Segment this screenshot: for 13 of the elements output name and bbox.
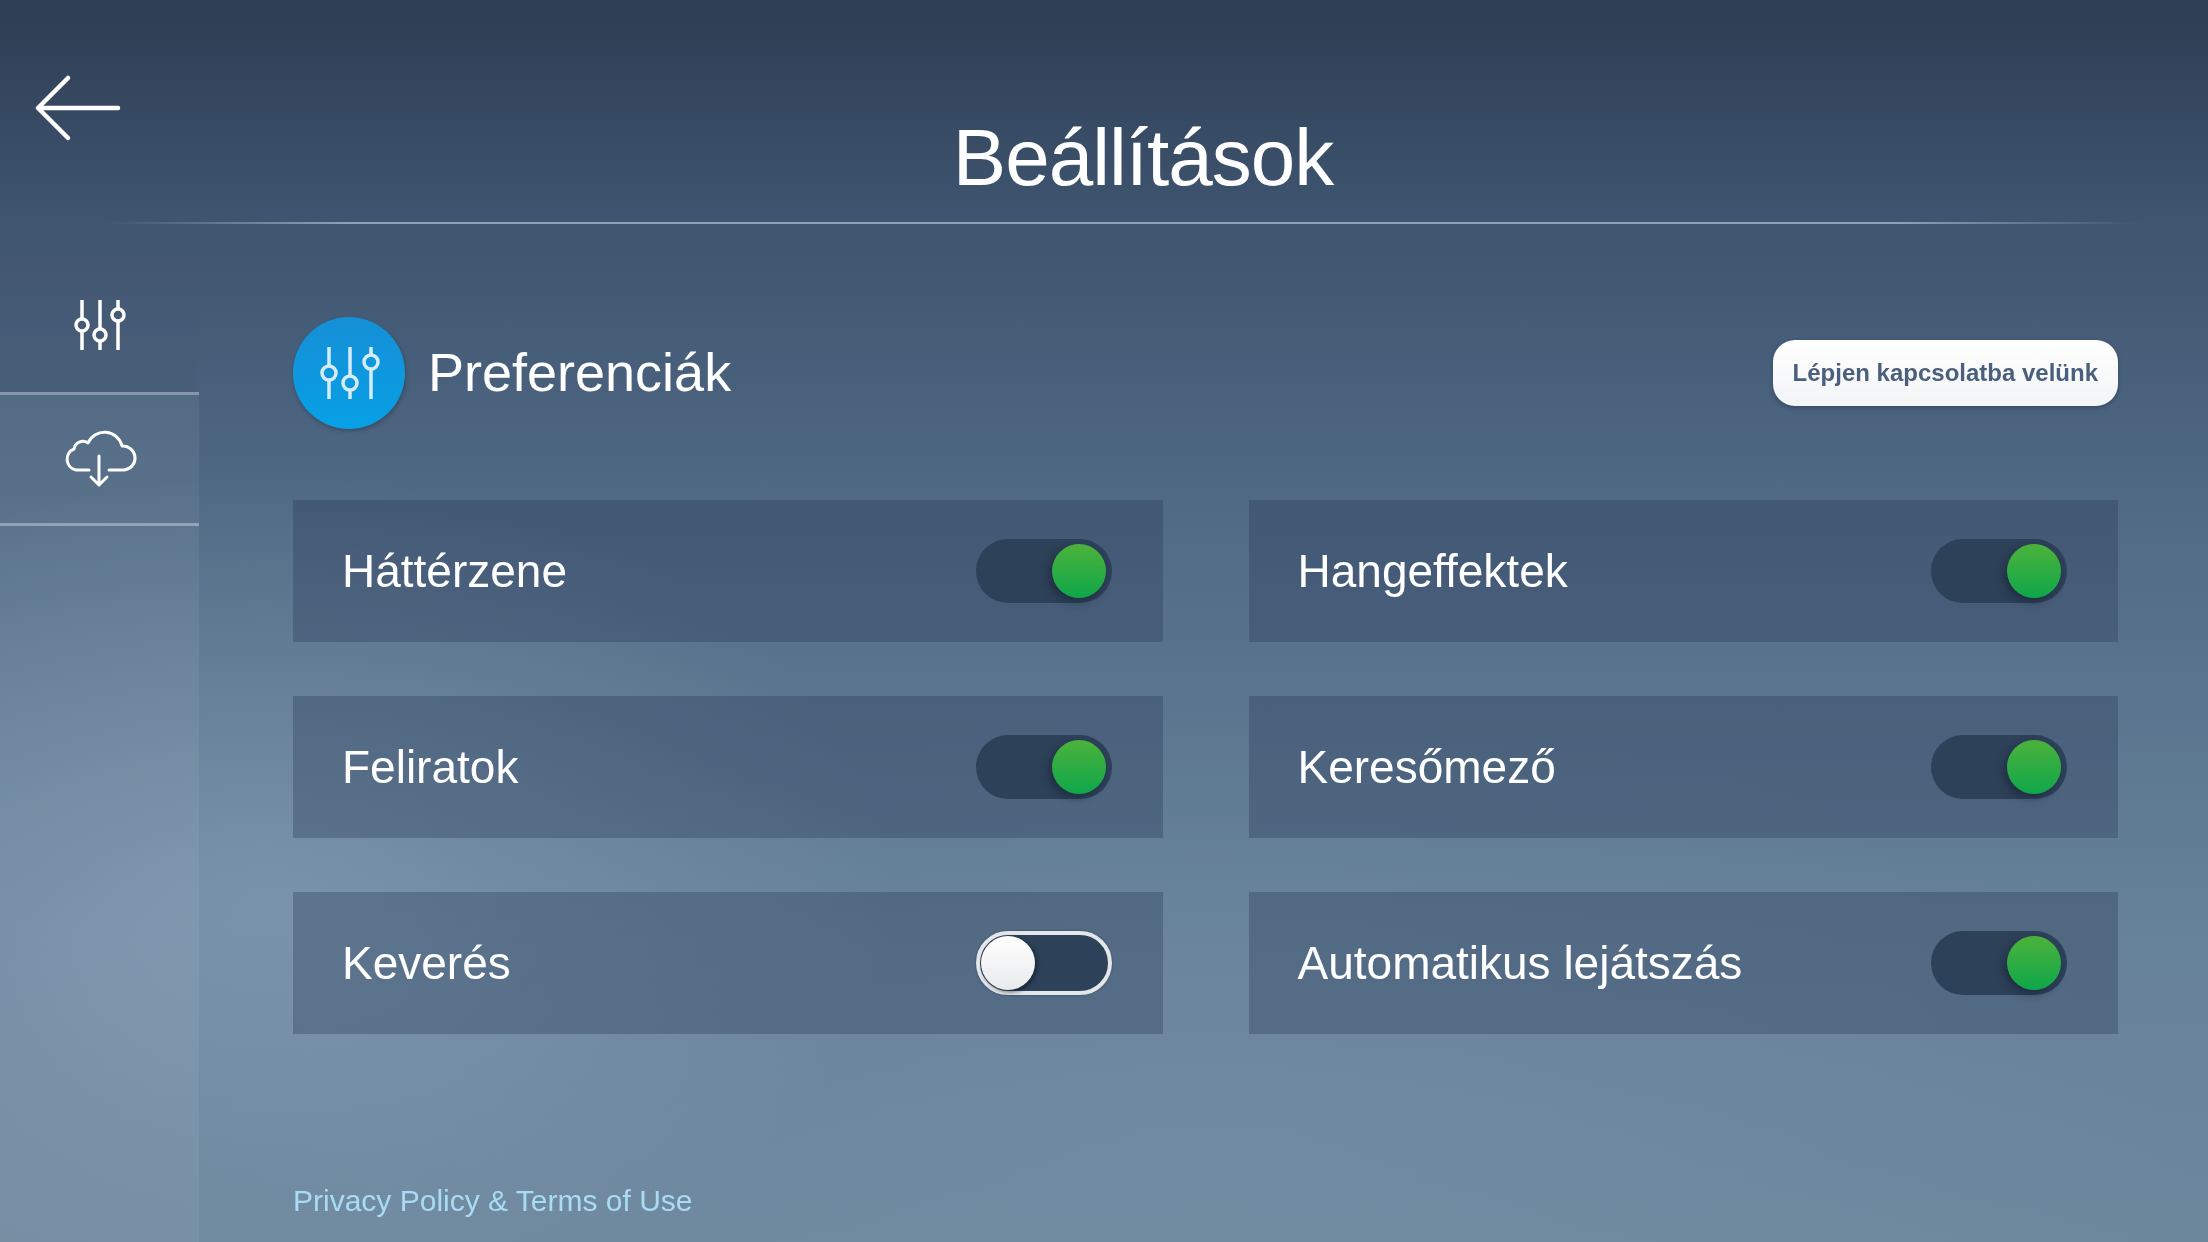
sliders-icon <box>293 317 405 429</box>
setting-label: Hangeffektek <box>1297 544 1568 598</box>
setting-label: Keresőmező <box>1297 740 1556 794</box>
setting-label: Feliratok <box>342 740 519 794</box>
sliders-icon <box>73 298 126 352</box>
setting-label: Automatikus lejátszás <box>1297 936 1743 990</box>
contact-button[interactable]: Lépjen kapcsolatba velünk <box>1772 340 2118 406</box>
page-title: Beállítások <box>952 118 1334 198</box>
arrow-left-icon <box>34 73 122 143</box>
setting-label: Háttérzene <box>342 544 567 598</box>
setting-label: Keverés <box>342 936 511 990</box>
toggle-switch[interactable] <box>975 931 1112 995</box>
section-title: Preferenciák <box>428 343 732 403</box>
